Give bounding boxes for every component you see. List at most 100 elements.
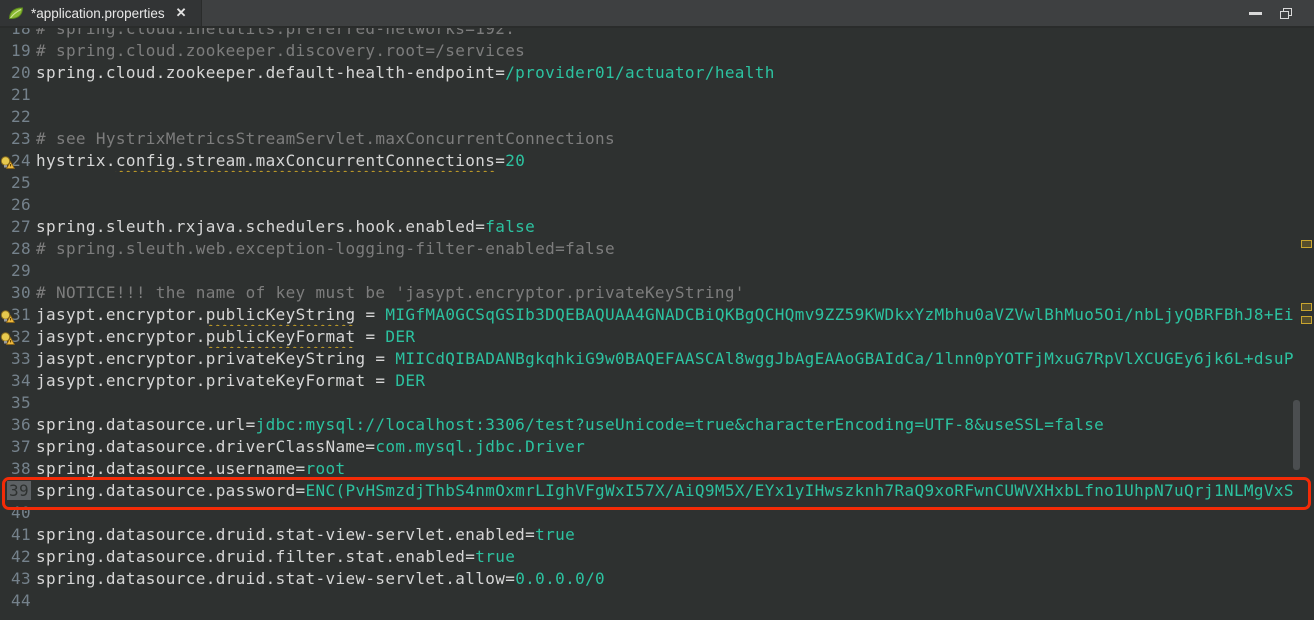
code-line[interactable]: [36, 106, 1314, 128]
line-number: 20: [11, 63, 31, 82]
code-line[interactable]: [36, 84, 1314, 106]
tab-close-icon[interactable]: ✕: [176, 5, 187, 21]
line-number-gutter[interactable]: 22: [0, 106, 36, 128]
property-value: false: [485, 217, 535, 236]
editor-row: 18 # spring.cloud.inetutils.preferred-net…: [0, 28, 1314, 40]
restore-maximize-icon[interactable]: [1280, 8, 1292, 19]
line-number: 19: [11, 41, 31, 60]
vertical-scrollbar-thumb[interactable]: [1293, 400, 1300, 470]
line-number-gutter[interactable]: 28: [0, 238, 36, 260]
tab-title: *application.properties: [31, 6, 165, 21]
line-number: 25: [11, 173, 31, 192]
code-line[interactable]: [36, 260, 1314, 282]
line-number-gutter[interactable]: 19: [0, 40, 36, 62]
property-key: spring.datasource.username=: [36, 459, 306, 478]
line-number: 29: [11, 261, 31, 280]
code-line[interactable]: # spring.cloud.inetutils.preferred-netwo…: [36, 28, 1314, 40]
line-number-gutter[interactable]: 21: [0, 84, 36, 106]
line-number-gutter[interactable]: 43: [0, 568, 36, 590]
line-number: 27: [11, 217, 31, 236]
warning-quickfix-bulb-icon[interactable]: [0, 154, 15, 168]
code-line[interactable]: [36, 172, 1314, 194]
line-number-gutter[interactable]: 26: [0, 194, 36, 216]
line-number-gutter[interactable]: 31: [0, 304, 36, 326]
code-line[interactable]: [36, 392, 1314, 414]
line-number: 43: [11, 569, 31, 588]
line-number-gutter[interactable]: 41: [0, 524, 36, 546]
property-value: true: [535, 525, 575, 544]
line-number-gutter[interactable]: 36: [0, 414, 36, 436]
line-number-gutter[interactable]: 33: [0, 348, 36, 370]
code-line[interactable]: spring.cloud.zookeeper.default-health-en…: [36, 62, 1314, 84]
code-line[interactable]: jasypt.encryptor.privateKeyString = MIIC…: [36, 348, 1314, 370]
line-number-gutter[interactable]: 32: [0, 326, 36, 348]
code-line[interactable]: spring.datasource.druid.stat-view-servle…: [36, 524, 1314, 546]
code-line[interactable]: spring.sleuth.rxjava.schedulers.hook.ena…: [36, 216, 1314, 238]
line-number-gutter[interactable]: 34: [0, 370, 36, 392]
warning-quickfix-bulb-icon[interactable]: [0, 308, 15, 322]
property-key: spring.datasource.druid.stat-view-servle…: [36, 525, 535, 544]
line-number-gutter[interactable]: 39: [0, 480, 36, 502]
code-line[interactable]: spring.datasource.driverClassName=com.my…: [36, 436, 1314, 458]
code-line[interactable]: [36, 194, 1314, 216]
property-value: true: [475, 547, 515, 566]
line-number: 18: [11, 28, 31, 38]
warning-overview-marker[interactable]: [1301, 303, 1312, 311]
code-line[interactable]: # see HystrixMetricsStreamServlet.maxCon…: [36, 128, 1314, 150]
property-key: publicKeyString: [206, 305, 356, 324]
warning-overview-marker[interactable]: [1301, 316, 1312, 324]
minimize-icon[interactable]: [1249, 12, 1262, 15]
line-number-gutter[interactable]: 29: [0, 260, 36, 282]
line-number: 30: [11, 283, 31, 302]
code-line[interactable]: [36, 590, 1314, 612]
editor-row: 38spring.datasource.username=root: [0, 458, 1314, 480]
property-value: 20: [505, 151, 525, 170]
code-line[interactable]: spring.datasource.password=ENC(PvHSmzdjT…: [36, 480, 1314, 502]
property-key: spring.sleuth.rxjava.schedulers.hook.ena…: [36, 217, 485, 236]
editor-row: 40: [0, 502, 1314, 524]
code-line[interactable]: [36, 502, 1314, 524]
line-number-gutter[interactable]: 30: [0, 282, 36, 304]
line-number-gutter[interactable]: 20: [0, 62, 36, 84]
property-key: publicKeyFormat: [206, 327, 356, 346]
tab-application-properties[interactable]: *application.properties ✕: [0, 0, 202, 26]
code-line[interactable]: jasypt.encryptor.publicKeyString = MIGfM…: [36, 304, 1314, 326]
line-number-gutter[interactable]: 24: [0, 150, 36, 172]
line-number: 42: [11, 547, 31, 566]
property-key: jasypt.encryptor.: [36, 305, 206, 324]
line-number-gutter[interactable]: 35: [0, 392, 36, 414]
editor-window-buttons: [1249, 0, 1314, 26]
line-number: 39: [7, 481, 31, 500]
property-value: /provider01/actuator/health: [505, 63, 775, 82]
code-line[interactable]: spring.datasource.username=root: [36, 458, 1314, 480]
line-number-gutter[interactable]: 18: [0, 28, 36, 40]
comment-text: # NOTICE!!! the name of key must be 'jas…: [36, 283, 745, 302]
line-number: 40: [11, 503, 31, 522]
code-editor[interactable]: 18 # spring.cloud.inetutils.preferred-net…: [0, 28, 1314, 620]
property-key: spring.datasource.driverClassName=: [36, 437, 375, 456]
line-number-gutter[interactable]: 42: [0, 546, 36, 568]
line-number-gutter[interactable]: 44: [0, 590, 36, 612]
code-line[interactable]: spring.datasource.druid.filter.stat.enab…: [36, 546, 1314, 568]
code-line[interactable]: jasypt.encryptor.publicKeyFormat = DER: [36, 326, 1314, 348]
code-line[interactable]: spring.datasource.druid.stat-view-servle…: [36, 568, 1314, 590]
code-line[interactable]: # NOTICE!!! the name of key must be 'jas…: [36, 282, 1314, 304]
comment-text: # spring.cloud.inetutils.preferred-netwo…: [36, 28, 515, 38]
code-line[interactable]: jasypt.encryptor.privateKeyFormat = DER: [36, 370, 1314, 392]
line-number-gutter[interactable]: 27: [0, 216, 36, 238]
code-line[interactable]: spring.datasource.url=jdbc:mysql://local…: [36, 414, 1314, 436]
code-line[interactable]: # spring.cloud.zookeeper.discovery.root=…: [36, 40, 1314, 62]
warning-quickfix-bulb-icon[interactable]: [0, 330, 15, 344]
warning-overview-marker[interactable]: [1301, 240, 1312, 248]
code-line[interactable]: hystrix.config.stream.maxConcurrentConne…: [36, 150, 1314, 172]
line-number: 26: [11, 195, 31, 214]
line-number-gutter[interactable]: 37: [0, 436, 36, 458]
line-number-gutter[interactable]: 25: [0, 172, 36, 194]
editor-row: 23# see HystrixMetricsStreamServlet.maxC…: [0, 128, 1314, 150]
property-key: jasypt.encryptor.privateKeyFormat =: [36, 371, 395, 390]
code-line[interactable]: # spring.sleuth.web.exception-logging-fi…: [36, 238, 1314, 260]
line-number-gutter[interactable]: 23: [0, 128, 36, 150]
line-number-gutter[interactable]: 38: [0, 458, 36, 480]
line-number-gutter[interactable]: 40: [0, 502, 36, 524]
line-number: 33: [11, 349, 31, 368]
